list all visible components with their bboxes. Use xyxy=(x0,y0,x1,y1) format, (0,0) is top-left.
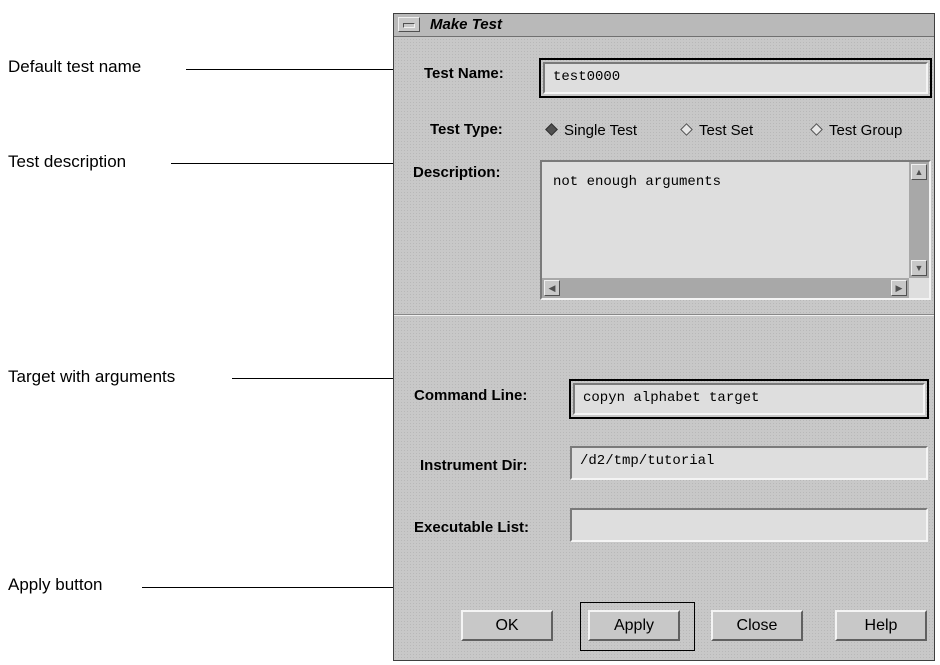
title-bar: Make Test xyxy=(394,14,934,37)
callout-line-command-line xyxy=(232,378,412,379)
scroll-up-icon[interactable]: ▲ xyxy=(911,164,927,180)
close-button[interactable]: Close xyxy=(711,610,803,641)
description-label: Description: xyxy=(413,164,501,181)
test-name-label: Test Name: xyxy=(424,65,504,82)
instrument-dir-field[interactable]: /d2/tmp/tutorial xyxy=(570,446,928,480)
radio-test-group-label: Test Group xyxy=(829,122,903,139)
ok-button[interactable]: OK xyxy=(461,610,553,641)
callout-line-test-name xyxy=(186,69,412,70)
callout-apply-button: Apply button xyxy=(8,575,103,594)
command-line-label: Command Line: xyxy=(414,387,528,404)
description-vertical-scrollbar[interactable]: ▲ ▼ xyxy=(909,162,929,278)
window-title: Make Test xyxy=(430,16,502,33)
scroll-down-icon[interactable]: ▼ xyxy=(911,260,927,276)
executable-list-label: Executable List: xyxy=(414,519,530,536)
apply-button[interactable]: Apply xyxy=(588,610,680,641)
radio-test-set[interactable]: Test Set xyxy=(680,122,754,139)
radio-unselected-icon xyxy=(680,123,693,136)
test-type-label: Test Type: xyxy=(430,121,503,138)
section-separator xyxy=(394,314,934,316)
command-line-field[interactable]: copyn alphabet target xyxy=(569,379,929,419)
scroll-right-icon[interactable]: ▶ xyxy=(891,280,907,296)
radio-single-test[interactable]: Single Test xyxy=(545,122,638,139)
instrument-dir-label: Instrument Dir: xyxy=(420,457,528,474)
description-textarea[interactable]: not enough arguments ▲ ▼ ◀ ▶ xyxy=(540,160,931,300)
callout-target-with-arguments: Target with arguments xyxy=(8,367,176,386)
radio-selected-icon xyxy=(545,123,558,136)
scroll-left-icon[interactable]: ◀ xyxy=(544,280,560,296)
callout-test-description: Test description xyxy=(8,152,127,171)
callout-line-description xyxy=(171,163,412,164)
radio-test-set-label: Test Set xyxy=(699,122,754,139)
callout-default-test-name: Default test name xyxy=(8,57,142,76)
description-text: not enough arguments xyxy=(553,174,722,190)
description-horizontal-scrollbar[interactable]: ◀ ▶ xyxy=(542,278,909,298)
radio-single-test-label: Single Test xyxy=(564,122,638,139)
radio-test-group[interactable]: Test Group xyxy=(810,122,903,139)
make-test-window: Make Test Test Name: test0000 Test Type:… xyxy=(393,13,935,661)
window-menu-icon[interactable] xyxy=(398,17,420,32)
radio-unselected-icon xyxy=(810,123,823,136)
executable-list-field[interactable] xyxy=(570,508,928,542)
test-name-field[interactable]: test0000 xyxy=(539,58,932,98)
help-button[interactable]: Help xyxy=(835,610,927,641)
